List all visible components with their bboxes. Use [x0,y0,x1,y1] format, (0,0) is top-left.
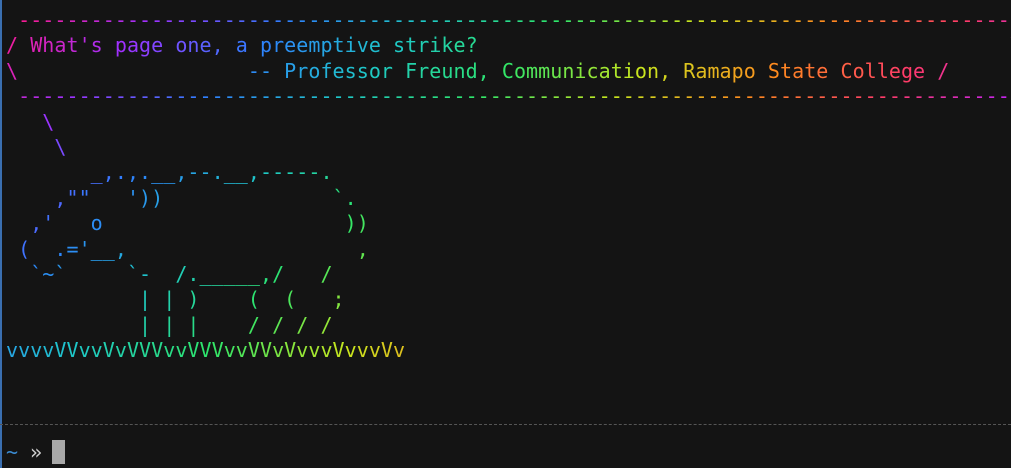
window-edge [0,0,2,468]
art-line: vvvvVVvvVvVVVvvVVVvvVVvVvvvVvvvVv [6,338,406,363]
terminal-window[interactable]: ----------------------------------------… [0,0,1011,468]
art-line: ----------------------------------------… [18,8,1010,32]
art-line: \ -- Professor Freund, Communication, Ra… [6,58,950,83]
art-line: ( .='__, , [18,236,369,261]
art-line: _,.,.__,--.__,-----. [90,160,333,185]
art-line: | | | / / / / [139,312,333,337]
text-cursor [52,440,66,464]
prompt-cwd: ~ [6,440,19,464]
prompt-divider [0,424,1011,425]
art-line: \ [42,109,55,134]
art-line: ----------------------------------------… [18,84,1010,109]
cowsay-output: ----------------------------------------… [6,8,1011,363]
art-line: | | ) ( ( ; [139,287,345,312]
art-line: / What's page one, a preemptive strike? … [6,33,1011,58]
art-line: ,"" ')) `. [54,185,357,210]
art-line: `~` `- /._____,/ / [30,261,333,286]
prompt-symbol: » [30,440,43,464]
art-line: ,' o )) [30,211,369,236]
shell-prompt[interactable]: ~ » [6,440,66,464]
art-line: \ [54,134,67,159]
